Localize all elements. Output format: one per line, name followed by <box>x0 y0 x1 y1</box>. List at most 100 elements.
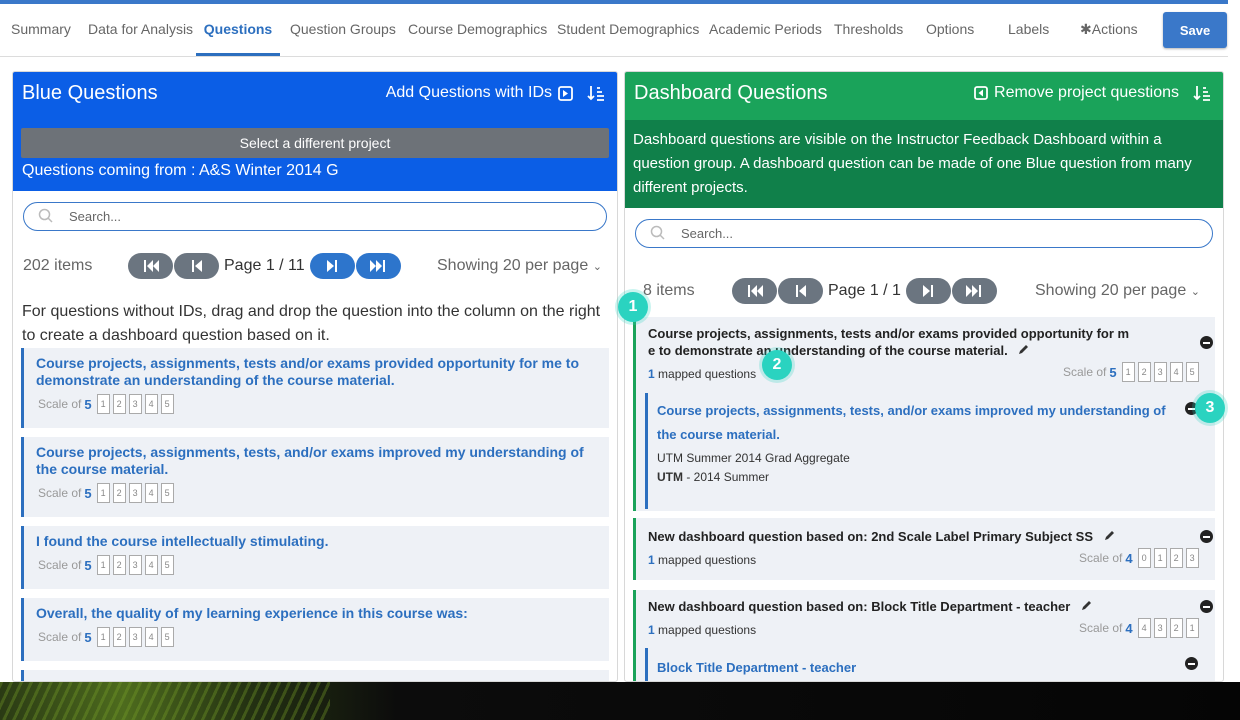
blue-question-item[interactable]: Course projects, assignments, tests and/… <box>21 348 609 428</box>
pagination: Page 1 / 1 <box>732 278 998 304</box>
mapped-question-text: Block Title Department - teacher <box>657 660 857 675</box>
blue-search-input[interactable]: Search... <box>23 202 607 231</box>
page-label: Page 1 / 11 <box>224 257 305 274</box>
search-icon <box>650 225 665 240</box>
tab-questions[interactable]: Questions <box>196 4 280 56</box>
blue-questions-header: Blue Questions Add Questions with IDs <box>13 72 617 120</box>
remove-mapped-question-icon[interactable] <box>1185 657 1198 670</box>
tab-academic-periods[interactable]: Academic Periods <box>709 4 822 56</box>
previous-page-icon <box>191 260 202 272</box>
question-text: Course projects, assignments, tests and/… <box>36 355 579 388</box>
add-questions-label: Add Questions with IDs <box>385 84 552 101</box>
sort-icon[interactable] <box>587 84 605 102</box>
next-page-button[interactable] <box>905 278 951 304</box>
dashboard-questions-header: Dashboard Questions Remove project quest… <box>625 72 1223 120</box>
tab-course-demographics[interactable]: Course Demographics <box>408 4 547 56</box>
dashboard-search-input[interactable]: Search... <box>635 219 1213 248</box>
blue-question-item[interactable] <box>21 670 609 681</box>
panel-title: Dashboard Questions <box>634 82 828 104</box>
previous-page-button[interactable] <box>174 253 219 279</box>
previous-page-button[interactable] <box>778 278 823 304</box>
per-page-label: Showing 20 per page <box>437 257 589 274</box>
remove-icon <box>974 86 988 100</box>
tab-data-for-analysis[interactable]: Data for Analysis <box>88 4 193 56</box>
remove-dashboard-question-icon[interactable] <box>1200 600 1213 613</box>
questions-source-label: Questions coming from : A&S Winter 2014 … <box>22 162 339 179</box>
mapped-questions-count: 1 mapped questions <box>648 623 757 637</box>
blue-question-item[interactable]: Course projects, assignments, tests, and… <box>21 437 609 517</box>
import-icon <box>558 85 573 101</box>
tab-question-groups[interactable]: Question Groups <box>290 4 396 56</box>
question-text: Course projects, assignments, tests, and… <box>36 444 584 477</box>
dashboard-question-card[interactable]: New dashboard question based on: Block T… <box>633 590 1215 681</box>
step-badge-2: 2 <box>762 350 792 380</box>
mapped-question-project: UTM Summer 2014 Grad Aggregate <box>657 451 850 465</box>
pencil-icon[interactable] <box>1103 529 1116 542</box>
mapped-question-period: UTM - 2014 Summer <box>657 470 770 484</box>
first-page-icon <box>747 285 763 297</box>
question-scale: Scale of 5 12345 <box>1063 362 1202 382</box>
question-scale: Scale of 5 12345 <box>38 483 177 503</box>
question-scale: Scale of 5 12345 <box>38 394 177 414</box>
next-page-icon <box>923 285 934 297</box>
remove-dashboard-question-icon[interactable] <box>1200 336 1213 349</box>
search-placeholder: Search... <box>681 226 734 241</box>
tab-thresholds[interactable]: Thresholds <box>834 4 903 56</box>
last-page-icon <box>966 285 982 297</box>
previous-page-icon <box>795 285 806 297</box>
question-scale: Scale of 5 12345 <box>38 627 177 647</box>
last-page-icon <box>370 260 386 272</box>
mapped-question-item[interactable]: Block Title Department - teacher <box>645 648 1209 681</box>
chevron-down-icon: ⌄ <box>592 261 602 273</box>
mapped-question-text: Course projects, assignments, tests, and… <box>657 403 1166 442</box>
chevron-down-icon: ⌄ <box>1190 286 1200 298</box>
first-page-button[interactable] <box>128 253 173 279</box>
step-badge-1: 1 <box>618 292 648 322</box>
first-page-button[interactable] <box>732 278 777 304</box>
mapped-question-item[interactable]: Course projects, assignments, tests, and… <box>645 393 1209 509</box>
dashboard-question-title: New dashboard question based on: 2nd Sca… <box>648 528 1116 545</box>
question-scale: Scale of 5 12345 <box>38 555 177 575</box>
tab-labels[interactable]: Labels <box>1008 4 1049 56</box>
sort-icon[interactable] <box>1193 84 1211 102</box>
tab-options[interactable]: Options <box>926 4 974 56</box>
remove-dashboard-question-icon[interactable] <box>1200 530 1213 543</box>
last-page-button[interactable] <box>951 278 997 304</box>
next-page-button[interactable] <box>309 253 355 279</box>
per-page-dropdown[interactable]: Showing 20 per page ⌄ <box>1035 282 1200 300</box>
question-scale: Scale of 4 4321 <box>1079 618 1202 638</box>
remove-project-questions-button[interactable]: Remove project questions <box>974 84 1211 102</box>
add-questions-with-ids-button[interactable]: Add Questions with IDs <box>386 84 605 102</box>
question-text: I found the course intellectually stimul… <box>36 533 329 549</box>
search-icon <box>38 208 53 223</box>
tab-bar: Summary Data for Analysis Questions Ques… <box>0 4 1228 57</box>
remove-project-questions-label: Remove project questions <box>994 84 1179 101</box>
page-label: Page 1 / 1 <box>828 282 901 299</box>
pencil-icon[interactable] <box>1017 343 1030 356</box>
mapped-questions-count: 1 mapped questions <box>648 367 757 381</box>
per-page-dropdown[interactable]: Showing 20 per page ⌄ <box>437 257 602 275</box>
tab-student-demographics[interactable]: Student Demographics <box>557 4 699 56</box>
blue-question-item[interactable]: Overall, the quality of my learning expe… <box>21 598 609 661</box>
dashboard-question-card[interactable]: Course projects, assignments, tests and/… <box>633 317 1215 511</box>
question-scale: Scale of 4 0123 <box>1079 548 1202 568</box>
pencil-icon[interactable] <box>1080 599 1093 612</box>
dashboard-question-title: Course projects, assignments, tests and/… <box>648 326 1130 358</box>
dashboard-info-text: Dashboard questions are visible on the I… <box>625 120 1223 208</box>
select-different-project-button[interactable]: Select a different project <box>21 128 609 158</box>
dashboard-questions-panel: Dashboard Questions Remove project quest… <box>624 71 1224 682</box>
items-count: 8 items <box>643 282 695 299</box>
blue-question-item[interactable]: I found the course intellectually stimul… <box>21 526 609 589</box>
next-page-icon <box>327 260 338 272</box>
dashboard-question-title: New dashboard question based on: Block T… <box>648 598 1093 615</box>
panel-title: Blue Questions <box>22 82 158 104</box>
step-badge-3: 3 <box>1195 393 1225 423</box>
tab-actions[interactable]: ✱Actions <box>1080 4 1138 56</box>
tab-summary[interactable]: Summary <box>11 4 71 56</box>
background-image-strip <box>0 682 1240 720</box>
dashboard-question-card[interactable]: New dashboard question based on: 2nd Sca… <box>633 518 1215 580</box>
items-count: 202 items <box>23 257 93 274</box>
save-button[interactable]: Save <box>1163 12 1227 48</box>
pagination: Page 1 / 11 <box>128 253 402 279</box>
last-page-button[interactable] <box>355 253 401 279</box>
